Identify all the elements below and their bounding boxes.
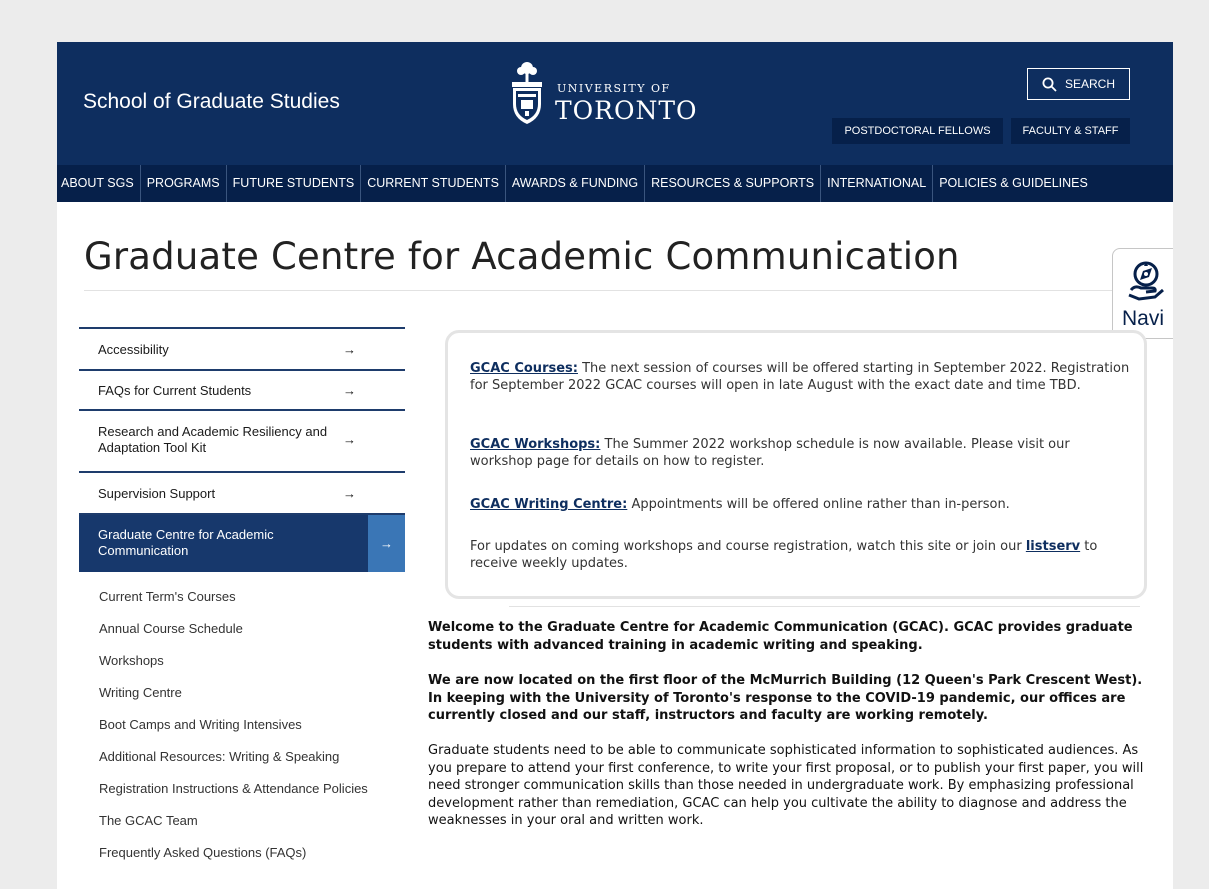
submenu-item[interactable]: Registration Instructions & Attendance P… [99, 779, 368, 811]
gcac-workshops-link[interactable]: GCAC Workshops: [470, 437, 600, 452]
page: School of Graduate Studies UNIVERSITY OF… [57, 42, 1173, 889]
submenu-item[interactable]: Annual Course Schedule [99, 619, 368, 651]
sidebar-item-faqs-current-students[interactable]: FAQs for Current Students → [79, 369, 405, 409]
nav-about-sgs[interactable]: ABOUT SGS [57, 165, 141, 202]
sidebar-item-label: FAQs for Current Students [98, 383, 252, 398]
submenu-item[interactable]: Writing Centre [99, 683, 368, 715]
gcac-courses-link[interactable]: GCAC Courses: [470, 361, 578, 376]
search-label: SEARCH [1064, 77, 1115, 91]
announcement-box: GCAC Courses: The next session of course… [445, 330, 1147, 599]
submenu-item[interactable]: Workshops [99, 651, 368, 683]
navi-label: Navi [1122, 307, 1165, 330]
welcome-paragraph: Welcome to the Graduate Centre for Acade… [428, 620, 1133, 653]
nav-programs[interactable]: PROGRAMS [141, 165, 227, 202]
submenu-item[interactable]: Additional Resources: Writing & Speaking [99, 747, 368, 779]
title-divider [84, 290, 1144, 291]
notice-writing-text: Appointments will be offered online rath… [627, 497, 1010, 512]
arrow-right-icon: → [368, 515, 405, 572]
submenu-item[interactable]: Current Term's Courses [99, 587, 368, 619]
sidebar-item-label: Supervision Support [98, 486, 216, 501]
logo-line-university-of: UNIVERSITY OF [557, 82, 671, 95]
sidebar-item-label: Research and Academic Resiliency and Ada… [98, 424, 328, 455]
nav-resources-supports[interactable]: RESOURCES & SUPPORTS [645, 165, 822, 202]
navi-assistant-button[interactable]: Navi [1112, 248, 1173, 339]
notice-writing-centre: GCAC Writing Centre: Appointments will b… [470, 496, 1130, 513]
arrow-right-icon: → [343, 432, 356, 447]
gcac-writing-centre-link[interactable]: GCAC Writing Centre: [470, 497, 627, 512]
main-nav: ABOUT SGS PROGRAMS FUTURE STUDENTS CURRE… [57, 165, 1173, 202]
site-title[interactable]: School of Graduate Studies [83, 90, 340, 114]
intro-paragraph: Graduate students need to be able to com… [428, 743, 1144, 828]
logo-line-toronto: TORONTO [555, 96, 698, 125]
nav-current-students[interactable]: CURRENT STUDENTS [361, 165, 506, 202]
notice-updates: For updates on coming workshops and cour… [470, 538, 1130, 572]
site-header: School of Graduate Studies UNIVERSITY OF… [57, 42, 1173, 165]
search-button[interactable]: SEARCH [1027, 68, 1130, 100]
nav-policies-guidelines[interactable]: POLICIES & GUIDELINES [933, 165, 1094, 202]
search-icon [1042, 77, 1057, 92]
nav-awards-funding[interactable]: AWARDS & FUNDING [506, 165, 646, 202]
location-paragraph: We are now located on the first floor of… [428, 673, 1143, 723]
submenu-item[interactable]: Frequently Asked Questions (FAQs) [99, 843, 368, 875]
content-divider [509, 606, 1140, 607]
sidebar-item-label: Accessibility [98, 342, 169, 357]
sidebar-item-gcac[interactable]: Graduate Centre for Academic Communicati… [79, 513, 405, 572]
sidebar-item-supervision-support[interactable]: Supervision Support → [79, 471, 405, 513]
sidebar-item-resiliency-tool-kit[interactable]: Research and Academic Resiliency and Ada… [79, 409, 405, 471]
submenu-item[interactable]: Boot Camps and Writing Intensives [99, 715, 368, 747]
postdoctoral-fellows-link[interactable]: POSTDOCTORAL FELLOWS [832, 118, 1003, 144]
sidebar-item-accessibility[interactable]: Accessibility → [79, 327, 405, 369]
crest-icon [512, 62, 542, 124]
listserv-link[interactable]: listserv [1026, 539, 1080, 554]
faculty-staff-link[interactable]: FACULTY & STAFF [1011, 118, 1130, 144]
notice-workshops: GCAC Workshops: The Summer 2022 workshop… [470, 436, 1130, 470]
submenu-item[interactable]: The GCAC Team [99, 811, 368, 843]
page-title: Graduate Centre for Academic Communicati… [84, 235, 960, 278]
arrow-right-icon: → [343, 486, 356, 501]
university-logo[interactable]: UNIVERSITY OF TORONTO [509, 60, 739, 130]
arrow-right-icon: → [343, 342, 356, 357]
sidebar-nav: Accessibility → FAQs for Current Student… [79, 327, 405, 572]
gcac-submenu: Current Term's Courses Annual Course Sch… [99, 587, 368, 875]
notice-courses: GCAC Courses: The next session of course… [470, 360, 1130, 394]
nav-future-students[interactable]: FUTURE STUDENTS [227, 165, 362, 202]
nav-international[interactable]: INTERNATIONAL [821, 165, 934, 202]
navi-compass-icon [1128, 261, 1164, 301]
notice-updates-text: For updates on coming workshops and cour… [470, 539, 1026, 554]
arrow-right-icon: → [343, 383, 356, 398]
sidebar-item-label: Graduate Centre for Academic Communicati… [98, 527, 274, 558]
